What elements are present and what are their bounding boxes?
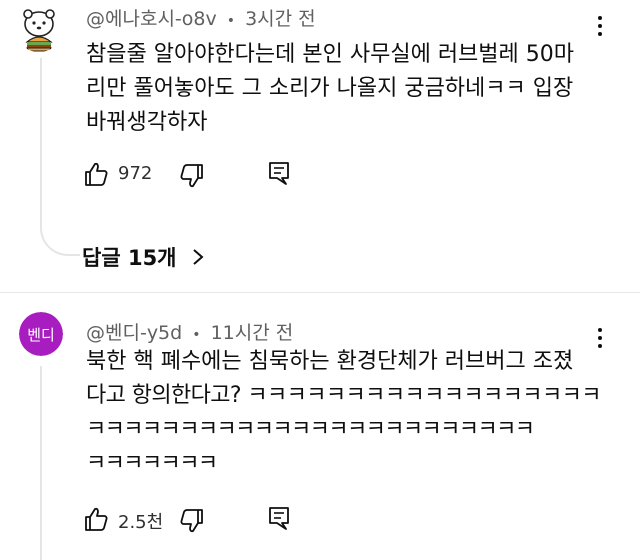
view-replies-button[interactable]: 답글 15개 [82,242,205,272]
like-button[interactable] [82,160,110,188]
comment-divider [0,292,640,293]
comment-body: 북한 핵 폐수에는 침묵하는 환경단체가 러브버그 조졌 다고 항의한다고? ㅋ… [86,345,601,481]
avatar-initials: 벤디 [27,325,55,344]
comment-text-line: 다고 항의한다고? ㅋㅋㅋㅋㅋㅋㅋㅋㅋㅋㅋㅋㅋㅋㅋㅋㅋㅋ [86,383,601,408]
comment-reply-icon [269,162,289,185]
thumbs-up-icon [85,162,108,186]
replies-label: 답글 15개 [82,246,177,270]
comment-text-line: ㅋㅋㅋㅋㅋㅋㅋ [86,451,218,476]
comment-meta: @벤디-y5d • 11시간 전 [86,318,293,345]
meta-separator: • [192,327,201,343]
comment-text-line: 바꿔생각하자 [86,110,208,135]
avatar-circle: 벤디 [19,312,63,356]
dislike-button[interactable] [178,162,206,190]
comment-time[interactable]: 11시간 전 [211,322,294,344]
comment-text-line: ㅋㅋㅋㅋㅋㅋㅋㅋㅋㅋㅋㅋㅋㅋㅋㅋㅋㅋㅋㅋㅋㅋㅋㅋ [86,417,535,442]
meta-separator: • [226,13,236,29]
kebab-dot-icon [598,16,602,20]
like-count: 2.5천 [118,512,164,533]
dislike-button[interactable] [178,507,206,535]
like-count: 972 [118,163,153,184]
chevron-right-icon [192,249,204,265]
bear-burger-icon [23,9,55,52]
reply-thread-curve [40,200,80,256]
avatar[interactable]: 벤디 [19,312,63,356]
comment-text-line: 참을줄 알아야한다는데 본인 사무실에 러브벌레 50마 [86,42,575,67]
reply-button[interactable] [266,505,292,531]
more-actions-button[interactable] [588,8,612,44]
thumbs-up-icon [85,507,108,531]
like-button[interactable] [82,505,110,533]
avatar[interactable] [14,2,64,52]
kebab-dot-icon [598,336,602,340]
thumbs-down-icon [180,164,203,188]
comment-body: 참을줄 알아야한다는데 본인 사무실에 러브벌레 50마 리만 풀어놓아도 그 … [86,38,574,140]
comment-text-line: 리만 풀어놓아도 그 소리가 나올지 궁금하네ㅋㅋ 입장 [86,76,574,101]
kebab-dot-icon [598,328,602,332]
reply-thread-line [40,366,42,560]
thumbs-down-icon [180,509,203,533]
reply-thread-line [40,58,42,208]
author-handle[interactable]: @에나호시-o8v [86,8,217,30]
kebab-dot-icon [598,32,602,36]
reply-button[interactable] [266,160,292,186]
comment-reply-icon [269,507,289,530]
comment-time[interactable]: 3시간 전 [245,8,316,30]
comment-text-line: 북한 핵 폐수에는 침묵하는 환경단체가 러브버그 조졌 [86,349,574,374]
comment-meta: @에나호시-o8v • 3시간 전 [86,4,316,31]
kebab-dot-icon [598,24,602,28]
author-handle[interactable]: @벤디-y5d [86,322,182,344]
